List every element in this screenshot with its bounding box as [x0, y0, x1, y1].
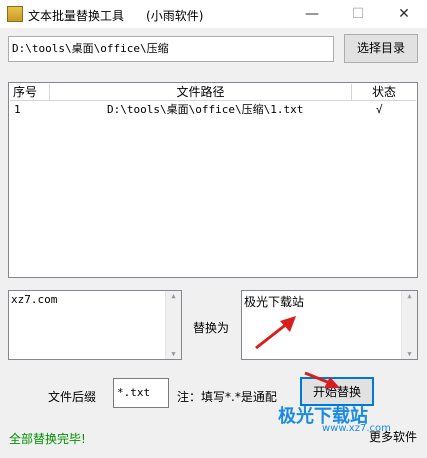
find-text: xz7.com: [11, 293, 58, 306]
suffix-label: 文件后缀: [48, 390, 97, 404]
scroll-up-icon[interactable]: ▲: [166, 292, 181, 300]
select-directory-button[interactable]: 选择目录: [344, 34, 418, 63]
directory-path-input[interactable]: D:\tools\桌面\office\压缩: [8, 36, 334, 62]
scroll-up-icon[interactable]: ▲: [402, 292, 417, 300]
row-status-check: √: [376, 103, 383, 116]
window-title: 文本批量替换工具 (小雨软件): [28, 7, 203, 24]
window-subtitle: (小雨软件): [146, 9, 204, 23]
replace-text: 极光下载站: [244, 295, 305, 309]
find-text-scrollbar[interactable]: ▲ ▼: [165, 291, 181, 359]
close-button[interactable]: ✕: [381, 0, 427, 28]
minimize-button[interactable]: —: [289, 0, 335, 28]
window-title-text: 文本批量替换工具: [28, 9, 125, 23]
app-icon: [7, 6, 23, 22]
row-path[interactable]: D:\tools\桌面\office\压缩\1.txt: [107, 102, 303, 118]
suffix-input[interactable]: *.txt: [113, 378, 169, 408]
row-index[interactable]: 1: [14, 102, 21, 118]
annotation-arrow-icon: [304, 371, 340, 388]
find-text-area[interactable]: xz7.com ▲ ▼: [8, 290, 182, 360]
column-header-path[interactable]: 文件路径: [50, 84, 352, 101]
status-text: 全部替换完毕!: [9, 432, 86, 446]
replace-label: 替换为: [193, 321, 230, 335]
maximize-button[interactable]: ☐: [335, 0, 381, 28]
scroll-down-icon[interactable]: ▼: [166, 350, 181, 358]
file-list[interactable]: 序号 文件路径 状态 1 D:\tools\桌面\office\压缩\1.txt…: [8, 82, 418, 278]
scroll-down-icon[interactable]: ▼: [402, 350, 417, 358]
replace-text-scrollbar[interactable]: ▲ ▼: [401, 291, 417, 359]
column-header-status[interactable]: 状态: [352, 84, 416, 101]
suffix-note: 注：填写*.*是通配: [177, 390, 277, 404]
more-software-link[interactable]: 更多软件: [369, 428, 417, 445]
column-header-index[interactable]: 序号: [10, 84, 50, 101]
annotation-arrow-icon: [255, 316, 296, 350]
